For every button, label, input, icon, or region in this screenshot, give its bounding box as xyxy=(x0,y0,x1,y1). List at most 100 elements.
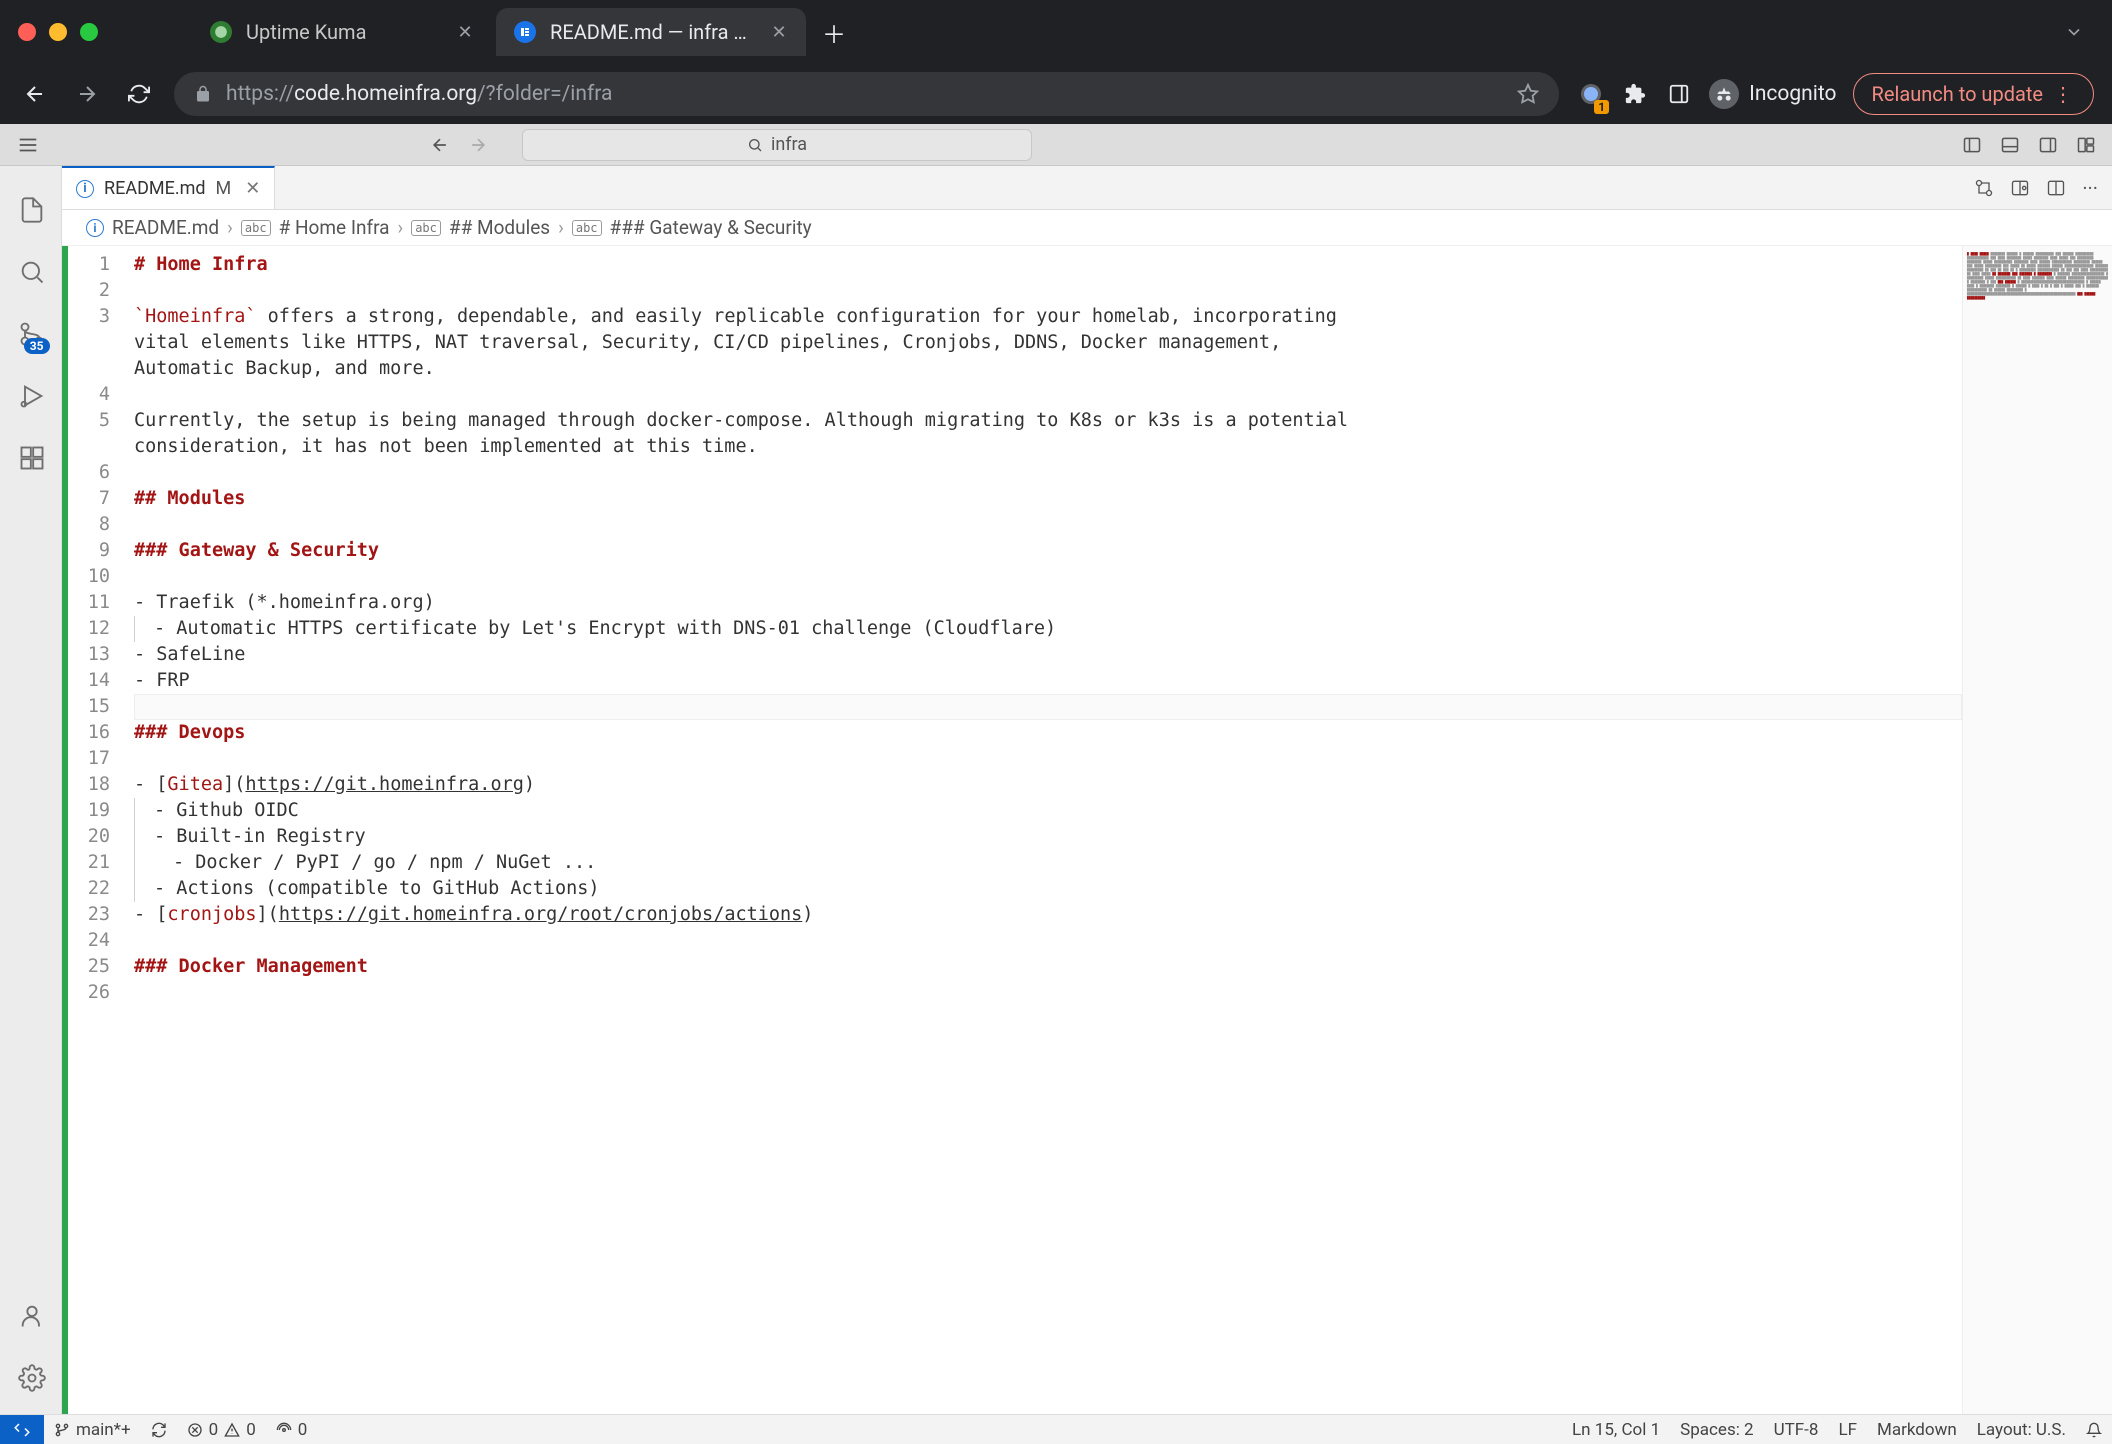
vscode-body: 35 i RE xyxy=(0,166,2112,1414)
customize-layout-icon[interactable] xyxy=(2074,133,2098,157)
nav-back-button[interactable] xyxy=(426,131,454,159)
editor-tab-close-button[interactable]: ✕ xyxy=(245,178,260,199)
nav-forward-button[interactable] xyxy=(464,131,492,159)
tab-overflow-button[interactable] xyxy=(2054,16,2094,48)
activity-bar: 35 xyxy=(0,166,62,1414)
git-branch-status[interactable]: main*+ xyxy=(44,1420,141,1440)
editor-tab[interactable]: i README.md M ✕ xyxy=(62,166,275,209)
window-controls xyxy=(18,23,98,41)
language-mode[interactable]: Markdown xyxy=(1867,1420,1967,1440)
tab-close-button[interactable]: ✕ xyxy=(456,23,474,41)
keyboard-layout[interactable]: Layout: U.S. xyxy=(1967,1420,2076,1440)
notifications-bell[interactable] xyxy=(2076,1422,2112,1438)
window-close-button[interactable] xyxy=(18,23,36,41)
bookmark-star-icon[interactable] xyxy=(1517,83,1539,105)
favicon-icon xyxy=(210,21,232,43)
ports-status[interactable]: 0 xyxy=(266,1420,318,1440)
status-bar: main*+ 0 0 0 Ln 15, Col 1 Spaces: 2 UTF-… xyxy=(0,1414,2112,1444)
browser-tab-active[interactable]: README.md — infra — OpenVS ✕ xyxy=(496,8,806,56)
vscode-titlebar: infra xyxy=(0,124,2112,166)
breadcrumb-item[interactable]: ## Modules xyxy=(449,216,550,239)
warning-count: 0 xyxy=(246,1420,256,1440)
breadcrumb-item[interactable]: # Home Infra xyxy=(279,216,390,239)
readme-info-icon: i xyxy=(76,180,94,198)
menu-button[interactable] xyxy=(14,131,42,159)
compare-changes-icon[interactable] xyxy=(1974,178,1994,198)
symbol-icon: abc xyxy=(411,220,441,236)
browser-chrome: Uptime Kuma ✕ README.md — infra — OpenVS… xyxy=(0,0,2112,124)
sync-button[interactable] xyxy=(141,1422,177,1438)
editor-area: i README.md M ✕ ··· i README.md › abc # … xyxy=(62,166,2112,1414)
sidepanel-icon[interactable] xyxy=(1665,80,1693,108)
minimap[interactable]: █ ████ █████ ████████ ██████ █ ██████ ██… xyxy=(1962,246,2112,1414)
remote-indicator[interactable] xyxy=(0,1415,44,1444)
reload-button[interactable] xyxy=(122,77,156,111)
scm-badge: 35 xyxy=(24,338,50,354)
search-text: infra xyxy=(771,134,807,155)
open-preview-side-icon[interactable] xyxy=(2010,178,2030,198)
code-editor[interactable]: 1234567891011121314151617181920212223242… xyxy=(62,246,2112,1414)
editor-tab-filename: README.md xyxy=(104,178,206,199)
chevron-right-icon: › xyxy=(227,216,233,239)
more-actions-icon[interactable]: ··· xyxy=(2082,176,2098,200)
url-scheme: https:// xyxy=(226,82,294,106)
symbol-icon: abc xyxy=(241,220,271,236)
browser-tab[interactable]: Uptime Kuma ✕ xyxy=(192,8,492,56)
run-debug-button[interactable] xyxy=(7,372,55,420)
eol-status[interactable]: LF xyxy=(1828,1420,1867,1440)
code-content[interactable]: # Home Infra`Homeinfra` offers a strong,… xyxy=(120,246,1962,1414)
url-text: https://code.homeinfra.org/?folder=/infr… xyxy=(226,82,1503,106)
chevron-right-icon: › xyxy=(558,216,564,239)
menu-dots-icon: ⋮ xyxy=(2053,82,2075,106)
browser-tabstrip: Uptime Kuma ✕ README.md — infra — OpenVS… xyxy=(0,0,2112,64)
favicon-icon xyxy=(514,21,536,43)
incognito-indicator: Incognito xyxy=(1709,79,1836,109)
relaunch-button[interactable]: Relaunch to update ⋮ xyxy=(1853,73,2094,115)
tab-close-button[interactable]: ✕ xyxy=(770,23,788,41)
editor-actions: ··· xyxy=(1960,166,2112,209)
settings-gear-button[interactable] xyxy=(7,1354,55,1402)
chevron-right-icon: › xyxy=(397,216,403,239)
command-center-search[interactable]: infra xyxy=(522,129,1032,161)
problems-status[interactable]: 0 0 xyxy=(177,1420,266,1440)
error-count: 0 xyxy=(209,1420,219,1440)
breadcrumb-item[interactable]: ### Gateway & Security xyxy=(610,216,812,239)
editor-tabbar: i README.md M ✕ ··· xyxy=(62,166,2112,210)
explorer-button[interactable] xyxy=(7,186,55,234)
forward-button[interactable] xyxy=(70,77,104,111)
new-tab-button[interactable]: ＋ xyxy=(814,12,854,52)
accounts-button[interactable] xyxy=(7,1292,55,1340)
encoding-status[interactable]: UTF-8 xyxy=(1764,1420,1829,1440)
toggle-sidebar-left-icon[interactable] xyxy=(1960,133,1984,157)
lock-icon xyxy=(194,85,212,103)
extension-icon[interactable]: 1 xyxy=(1577,80,1605,108)
modified-indicator: M xyxy=(216,178,232,199)
url-path: /?folder=/infra xyxy=(477,82,612,106)
source-control-button[interactable]: 35 xyxy=(7,310,55,358)
symbol-icon: abc xyxy=(572,220,602,236)
browser-toolbar: https://code.homeinfra.org/?folder=/infr… xyxy=(0,64,2112,124)
search-button[interactable] xyxy=(7,248,55,296)
breadcrumb-file[interactable]: README.md xyxy=(112,216,219,239)
toggle-panel-icon[interactable] xyxy=(1998,133,2022,157)
cursor-position[interactable]: Ln 15, Col 1 xyxy=(1562,1420,1670,1440)
extension-badge: 1 xyxy=(1594,100,1609,114)
breadcrumb[interactable]: i README.md › abc # Home Infra › abc ## … xyxy=(62,210,2112,246)
tab-title: README.md — infra — OpenVS xyxy=(550,20,756,44)
window-zoom-button[interactable] xyxy=(80,23,98,41)
window-minimize-button[interactable] xyxy=(49,23,67,41)
indentation-status[interactable]: Spaces: 2 xyxy=(1670,1420,1763,1440)
readme-info-icon: i xyxy=(86,219,104,237)
incognito-label: Incognito xyxy=(1749,82,1836,106)
tab-title: Uptime Kuma xyxy=(246,20,442,44)
address-bar[interactable]: https://code.homeinfra.org/?folder=/infr… xyxy=(174,72,1559,116)
split-editor-icon[interactable] xyxy=(2046,178,2066,198)
search-icon xyxy=(747,137,763,153)
toggle-sidebar-right-icon[interactable] xyxy=(2036,133,2060,157)
back-button[interactable] xyxy=(18,77,52,111)
incognito-icon xyxy=(1709,79,1739,109)
extensions-button[interactable] xyxy=(7,434,55,482)
extensions-area: 1 Incognito Relaunch to update ⋮ xyxy=(1577,73,2094,115)
branch-name: main*+ xyxy=(76,1420,131,1440)
extensions-puzzle-icon[interactable] xyxy=(1621,80,1649,108)
